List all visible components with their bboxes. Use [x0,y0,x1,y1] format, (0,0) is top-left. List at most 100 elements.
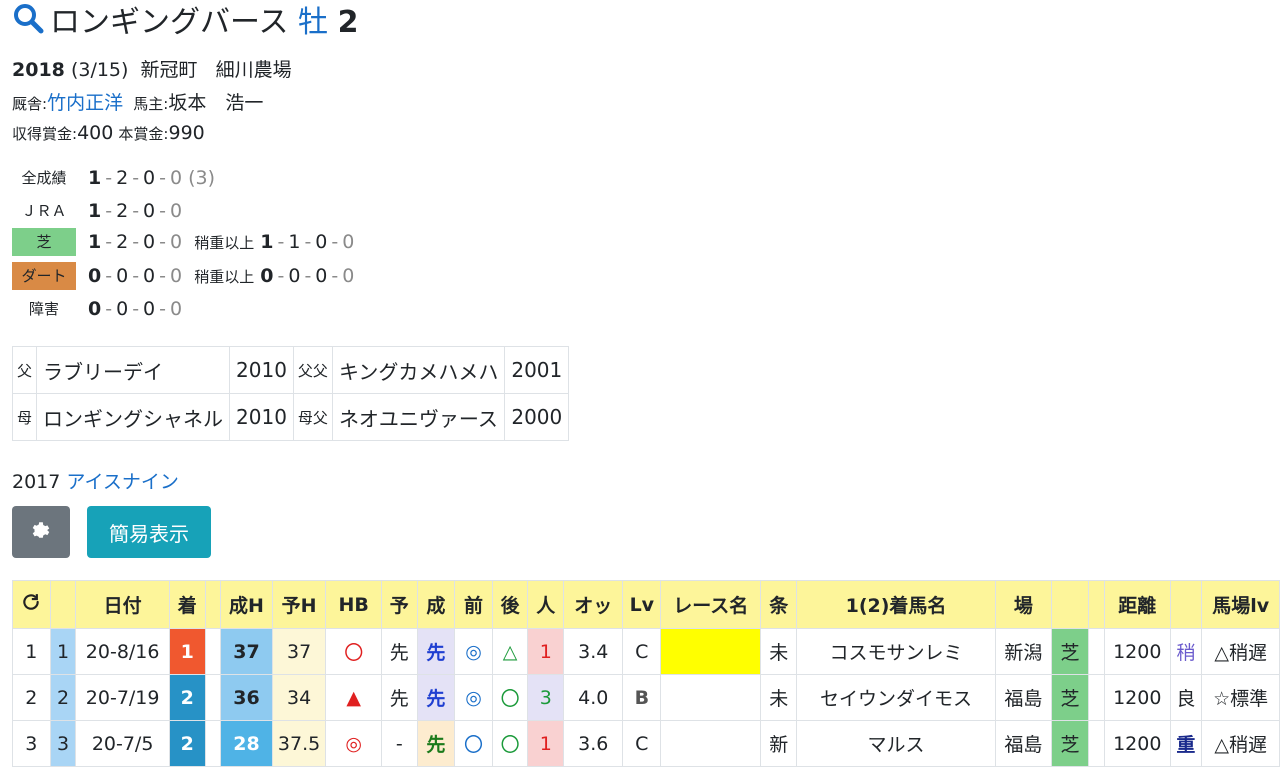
col-date[interactable]: 日付 [75,580,170,629]
gear-icon [30,519,52,545]
going: 稍 [1169,628,1203,675]
race-name[interactable] [660,628,762,675]
trainer-link[interactable]: 竹内正洋 [47,92,123,114]
odds: 3.6 [563,720,624,767]
record-dirt: ダート 0- 0- 0- 0 稍重以上 0- 0- 0- 0 [12,262,354,290]
horse-age: 2 [337,5,359,40]
col-sei[interactable]: 成 [416,580,456,629]
mae-mark: 〇 [454,720,493,767]
prize-acquired-label: 収得賞金: [12,125,78,143]
condition: 未 [760,674,798,721]
pedigree-table: 父 ラブリーデイ 2010 父父 キングカメハメハ 2001 母 ロンギングシャ… [11,346,570,441]
race-name[interactable] [660,674,762,721]
heavy-win: 0 [260,265,274,287]
row-number: 1 [49,628,77,675]
level: C [622,720,662,767]
col-venue[interactable]: 場 [995,580,1052,629]
winner-name[interactable]: マルス [796,720,997,767]
table-row[interactable]: 3 3 20-7/5 2 28 37.5 ◎ - 先 〇 〇 1 3.6 C 新… [12,720,1280,767]
col-spacer [204,580,222,629]
spacer-cell [1088,628,1105,675]
record-win: 0 [88,298,102,320]
pedigree-row-sire: 父 ラブリーデイ 2010 父父 キングカメハメハ 2001 [11,346,570,394]
distance: 1200 [1103,674,1171,721]
record-other: 0 [170,298,183,320]
sibling-line: 2017 アイスナイン [12,467,179,494]
race-name[interactable] [660,720,762,767]
record-second: 2 [116,167,129,189]
search-icon[interactable] [12,2,44,45]
col-lv[interactable]: Lv [622,580,662,629]
horse-title: ロンギングバース 牡 2 [12,2,358,45]
surface: 芝 [1050,720,1090,767]
hb-mark: ◎ [325,720,382,767]
dam-sire-label: 母父 [292,393,333,441]
heavy-win: 1 [260,231,274,253]
record-label: 障害 [28,300,59,318]
winner-name[interactable]: コスモサンレミ [796,628,997,675]
venue: 新潟 [995,628,1052,675]
ato-mark: △ [491,628,529,675]
yoh-value: 34 [271,674,327,721]
settings-button[interactable] [12,506,70,558]
race-date: 20-8/16 [75,628,170,675]
dam-sire-year: 2000 [504,393,570,441]
record-second: 2 [116,231,129,253]
finish-position: 2 [168,674,206,721]
seih-value: 28 [220,720,273,767]
col-odds[interactable]: オッ [563,580,624,629]
going: 重 [1169,720,1203,767]
record-extra: (3) [188,167,216,189]
refresh-icon [21,594,41,617]
race-date: 20-7/5 [75,720,170,767]
level: C [622,628,662,675]
table-row[interactable]: 2 2 20-7/19 2 36 34 ▲ 先 先 ◎ 〇 3 4.0 B 未 … [12,674,1280,721]
row-index: 2 [12,674,51,721]
prize-main: 990 [168,122,205,144]
heavy-third: 0 [315,265,328,287]
col-pop[interactable]: 人 [527,580,565,629]
row-number: 2 [49,674,77,721]
col-winner[interactable]: 1(2)着馬名 [796,580,997,629]
dam-label: 母 [11,393,38,441]
condition: 未 [760,628,798,675]
col-ato[interactable]: 後 [491,580,529,629]
record-third: 0 [143,167,156,189]
simple-view-button[interactable]: 簡易表示 [87,506,211,558]
record-third: 0 [143,265,156,287]
col-track[interactable]: 馬場lv [1201,580,1280,629]
col-mae[interactable]: 前 [454,580,493,629]
pedigree-row-dam: 母 ロンギングシャネル 2010 母父 ネオユニヴァース 2000 [11,393,570,441]
venue: 福島 [995,720,1052,767]
col-finish[interactable]: 着 [168,580,206,629]
birth-line: 2018 (3/15) 新冠町 細川農場 [12,55,292,82]
hb-mark: 〇 [325,628,382,675]
yoh-value: 37 [271,628,327,675]
owner-label: 馬主: [133,95,169,113]
distance: 1200 [1103,628,1171,675]
col-hb[interactable]: HB [325,580,382,629]
hb-mark: ▲ [325,674,382,721]
col-seih[interactable]: 成H [220,580,273,629]
col-race[interactable]: レース名 [660,580,762,629]
table-row[interactable]: 1 1 20-8/16 1 37 37 〇 先 先 ◎ △ 1 3.4 C 未 … [12,628,1280,675]
heavy-other: 0 [342,231,355,253]
col-yoh[interactable]: 予H [271,580,327,629]
spacer-cell [1088,720,1105,767]
col-dist[interactable]: 距離 [1103,580,1171,629]
record-label: ダート [12,262,76,290]
record-jra: ＪＲＡ 1- 2- 0- 0 [12,197,182,225]
winner-name[interactable]: セイウンダイモス [796,674,997,721]
heavy-second: 1 [288,231,301,253]
record-win: 1 [88,231,102,253]
col-yo[interactable]: 予 [380,580,418,629]
prize-acquired: 400 [77,122,114,144]
refresh-button[interactable] [12,580,51,629]
record-label: ＪＲＡ [21,202,67,220]
col-cond[interactable]: 条 [760,580,798,629]
spacer-cell [204,628,222,675]
sibling-year: 2017 [12,471,61,493]
sei-value: 先 [416,628,456,675]
popularity: 1 [527,628,565,675]
sibling-link[interactable]: アイスナイン [66,471,178,493]
